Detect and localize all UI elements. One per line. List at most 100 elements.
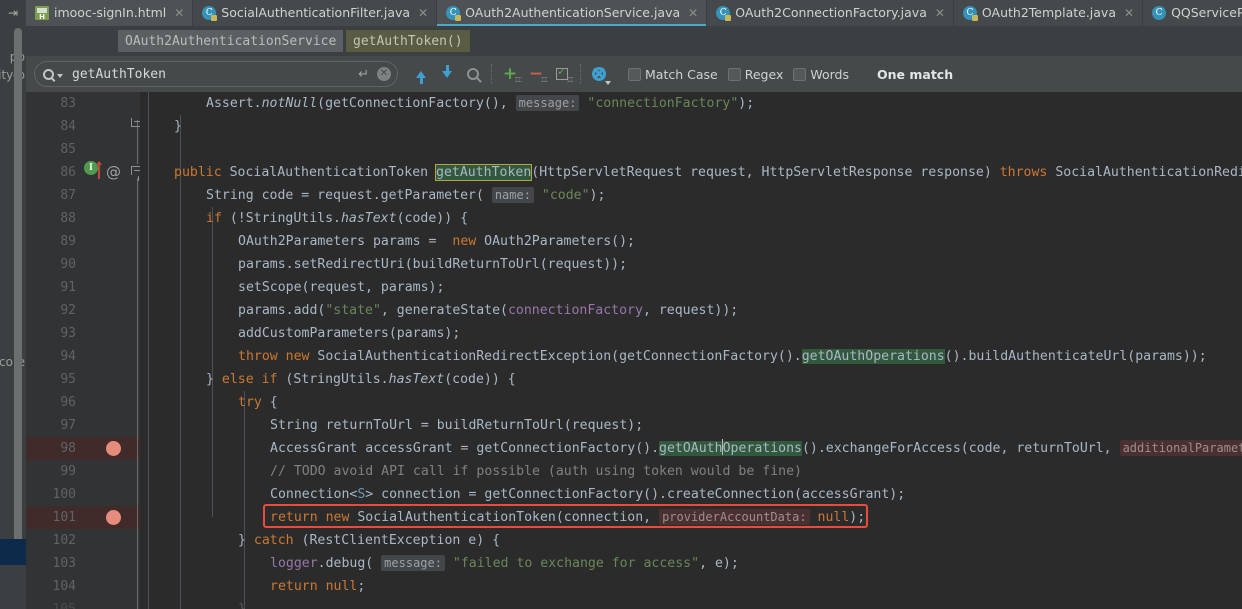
select-all-occurrences-button[interactable]: + ⌶⌶ bbox=[497, 61, 523, 87]
tab-qqserviceprovider-java[interactable]: QQServiceProvider.java ✕ bbox=[1143, 0, 1242, 26]
code-line-93: addCustomParameters(params); bbox=[238, 326, 461, 341]
find-next-button[interactable] bbox=[434, 61, 460, 87]
line-number: 94 bbox=[60, 349, 76, 364]
chevron-down-icon bbox=[605, 81, 611, 85]
match-case-checkbox[interactable] bbox=[628, 67, 641, 81]
line-number: 95 bbox=[60, 372, 76, 387]
match-status: One match bbox=[877, 66, 954, 82]
code-line-89: OAuth2Parameters params = new OAuth2Para… bbox=[238, 234, 635, 249]
code-line-87: String code = request.getParameter( name… bbox=[206, 187, 606, 203]
line-number: 103 bbox=[52, 556, 76, 571]
code-line-90: params.setRedirectUri(buildReturnToUrl(r… bbox=[238, 257, 628, 272]
tab-oauth2connectionfactory-java[interactable]: OAuth2ConnectionFactory.java ✕ bbox=[707, 0, 954, 26]
line-number: 96 bbox=[60, 395, 76, 410]
code-line-102: } catch (RestClientException e) { bbox=[238, 533, 501, 548]
code-line-84: } bbox=[174, 119, 182, 134]
code-text-area[interactable]: Assert.notNull(getConnectionFactory(), m… bbox=[140, 92, 1242, 609]
project-panel-sliver[interactable]: pp rity-b core bbox=[0, 18, 26, 609]
code-line-96: try { bbox=[238, 395, 278, 410]
clear-icon[interactable]: ✕ bbox=[377, 67, 391, 81]
project-scrollbar[interactable] bbox=[14, 28, 22, 548]
close-icon[interactable]: ✕ bbox=[174, 7, 184, 19]
line-number: 100 bbox=[52, 487, 76, 502]
search-field[interactable]: ↵ ✕ bbox=[34, 61, 398, 87]
close-icon[interactable]: ✕ bbox=[688, 7, 698, 19]
code-line-105: } bbox=[238, 598, 246, 609]
select-occurrence-button[interactable]: ⌶⌶ bbox=[549, 61, 575, 87]
regex-label: Regex bbox=[744, 66, 784, 82]
tab-label: SocialAuthenticationFilter.java bbox=[221, 5, 411, 20]
words-checkbox[interactable] bbox=[793, 67, 807, 81]
line-number: 105 bbox=[26, 598, 76, 609]
close-icon[interactable]: ✕ bbox=[1124, 7, 1134, 19]
code-line-101: return new SocialAuthenticationToken(con… bbox=[270, 509, 866, 525]
java-class-icon bbox=[446, 6, 462, 21]
close-icon[interactable]: ✕ bbox=[935, 7, 945, 19]
code-line-94: throw new SocialAuthenticationRedirectEx… bbox=[238, 349, 1207, 364]
line-number: 84 bbox=[60, 119, 76, 134]
toolbar-divider bbox=[580, 64, 581, 84]
line-number: 99 bbox=[60, 464, 76, 479]
tab-socialauthenticationfilter-java[interactable]: SocialAuthenticationFilter.java ✕ bbox=[193, 0, 438, 26]
line-number: 86 bbox=[60, 165, 76, 180]
code-line-97: String returnToUrl = buildReturnToUrl(re… bbox=[270, 418, 644, 433]
line-number: 104 bbox=[52, 579, 76, 594]
close-icon[interactable]: ✕ bbox=[418, 7, 428, 19]
breadcrumb-class[interactable]: OAuth2AuthenticationService bbox=[118, 30, 344, 52]
find-toolbar: ↵ ✕ + ⌶⌶ − ⌶⌶ ⌶⌶ bbox=[26, 56, 1242, 92]
line-number: 85 bbox=[60, 142, 76, 157]
search-input[interactable] bbox=[72, 66, 359, 82]
breakpoint-icon[interactable] bbox=[106, 510, 121, 525]
html-file-icon bbox=[35, 6, 49, 21]
line-number: 92 bbox=[60, 303, 76, 318]
line-number: 93 bbox=[60, 326, 76, 341]
regex-checkbox[interactable] bbox=[727, 67, 741, 81]
gear-icon bbox=[592, 67, 606, 81]
line-number: 91 bbox=[60, 280, 76, 295]
tab-list-icon[interactable]: ⇥ bbox=[0, 0, 26, 26]
remove-occurrence-button[interactable]: − ⌶⌶ bbox=[523, 61, 549, 87]
search-all-icon bbox=[467, 68, 479, 80]
enter-icon[interactable]: ↵ bbox=[358, 67, 369, 82]
code-line-86: public SocialAuthenticationToken getAuth… bbox=[174, 164, 1242, 181]
line-number: 101 bbox=[52, 510, 76, 525]
line-number: 98 bbox=[60, 441, 76, 456]
code-line-104: return null; bbox=[270, 579, 366, 594]
line-number: 88 bbox=[60, 211, 76, 226]
find-all-button[interactable] bbox=[460, 61, 486, 87]
code-line-103: logger.debug( message: "failed to exchan… bbox=[270, 555, 739, 571]
breadcrumb-method[interactable]: getAuthToken() bbox=[346, 30, 470, 52]
code-line-98: AccessGrant accessGrant = getConnectionF… bbox=[270, 437, 1242, 460]
java-class-icon bbox=[962, 6, 978, 21]
words-option[interactable]: Words bbox=[793, 67, 859, 82]
match-case-label: Match Case bbox=[645, 66, 718, 82]
match-case-option[interactable]: Match Case bbox=[628, 67, 728, 82]
regex-option[interactable]: Regex bbox=[727, 66, 794, 82]
code-line-88: if (!StringUtils.hasText(code)) { bbox=[206, 211, 469, 226]
java-class-icon bbox=[202, 6, 218, 21]
tab-label: OAuth2AuthenticationService.java bbox=[465, 5, 681, 20]
tab-oauth2authenticationservice-java[interactable]: OAuth2AuthenticationService.java ✕ bbox=[437, 0, 708, 26]
breakpoint-icon[interactable] bbox=[106, 441, 121, 456]
line-number: 83 bbox=[60, 96, 76, 111]
line-number: 90 bbox=[60, 257, 76, 272]
search-icon[interactable] bbox=[43, 68, 63, 80]
find-previous-button[interactable] bbox=[408, 61, 434, 87]
tab-imooc-signin-html[interactable]: imooc-signIn.html ✕ bbox=[26, 0, 194, 26]
tab-label: QQServiceProvider.java bbox=[1171, 5, 1242, 20]
code-line-99: // TODO avoid API call if possible (auth… bbox=[270, 464, 802, 479]
code-line-95: } else if (StringUtils.hasText(code)) { bbox=[206, 372, 516, 387]
ide-window: pp rity-b core ⇥ imooc-signIn.html ✕ Soc… bbox=[0, 0, 1242, 609]
breadcrumb: OAuth2AuthenticationService getAuthToken… bbox=[26, 26, 1242, 56]
project-selected-row[interactable] bbox=[0, 539, 26, 565]
line-number: 87 bbox=[60, 188, 76, 203]
words-label: Words bbox=[810, 66, 849, 82]
code-line-92: params.add("state", generateState(connec… bbox=[238, 303, 739, 318]
annotation-icon[interactable]: @ bbox=[106, 161, 121, 184]
code-editor[interactable]: 83 84 85 86 87 88 89 90 91 92 93 94 95 9… bbox=[26, 92, 1242, 609]
line-number: 102 bbox=[52, 533, 76, 548]
find-settings-button[interactable] bbox=[586, 61, 612, 87]
tab-oauth2template-java[interactable]: OAuth2Template.java ✕ bbox=[953, 0, 1144, 26]
toolbar-divider bbox=[491, 64, 492, 84]
code-line-83: Assert.notNull(getConnectionFactory(), m… bbox=[206, 95, 755, 111]
